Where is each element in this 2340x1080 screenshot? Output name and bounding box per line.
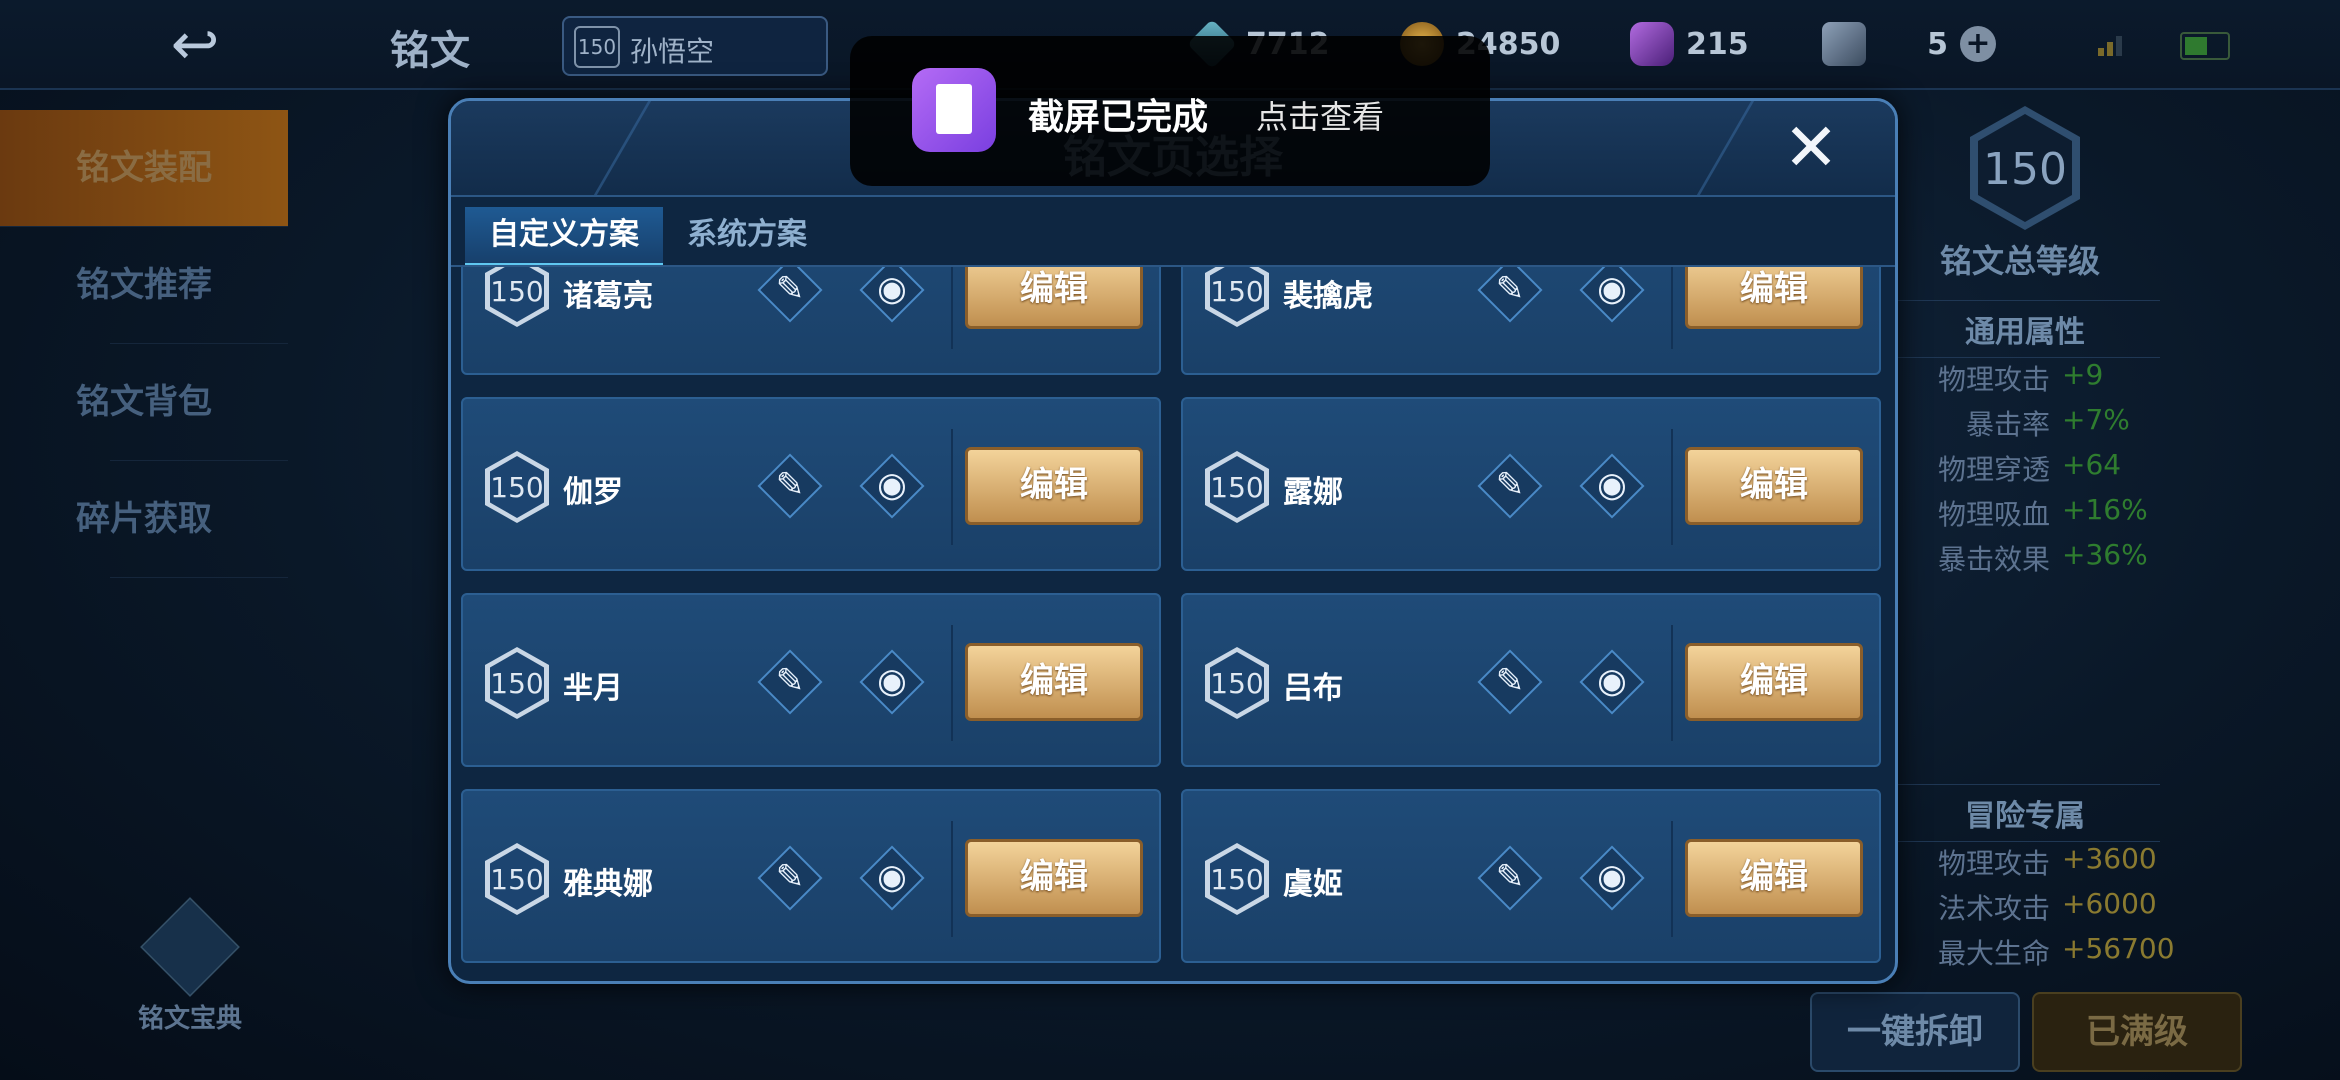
rune-page-card[interactable]: 150 伽罗 ✎ ◉ 编辑 (461, 397, 1161, 571)
edit-button[interactable]: 编辑 (965, 839, 1143, 917)
level-badge: 150 (485, 451, 549, 523)
rune-page-card[interactable]: 150 芈月 ✎ ◉ 编辑 (461, 593, 1161, 767)
hero-name: 吕布 (1283, 671, 1343, 706)
pencil-icon[interactable]: ✎ (1477, 649, 1543, 715)
edit-button[interactable]: 编辑 (965, 643, 1143, 721)
level-badge: 150 (485, 267, 549, 327)
nav-item-bag[interactable]: 铭文背包 (76, 344, 288, 461)
tab-bar: 自定义方案 系统方案 (465, 207, 831, 267)
tab-system[interactable]: 系统方案 (663, 207, 831, 263)
nav-item-fragments[interactable]: 碎片获取 (76, 461, 288, 578)
codex-button[interactable]: 铭文宝典 (130, 897, 250, 1035)
hero-name: 芈月 (563, 671, 623, 706)
screenshot-app-icon (912, 68, 996, 152)
tab-custom[interactable]: 自定义方案 (465, 207, 663, 267)
toast-message: 截屏已完成 (1028, 97, 1209, 138)
level-badge: 150 (1205, 647, 1269, 719)
hero-level-badge: 150 (574, 26, 620, 68)
level-badge: 150 (485, 843, 549, 915)
eye-icon[interactable]: ◉ (1579, 453, 1645, 519)
hero-name: 裴擒虎 (1283, 279, 1373, 314)
hero-name: 露娜 (1283, 475, 1343, 510)
eye-icon[interactable]: ◉ (859, 267, 925, 323)
pencil-icon[interactable]: ✎ (1477, 845, 1543, 911)
hero-name: 虞姬 (1283, 867, 1343, 902)
level-badge: 150 (1205, 843, 1269, 915)
total-level-value: 150 (1983, 144, 2067, 195)
pencil-icon[interactable]: ✎ (1477, 453, 1543, 519)
rune-page-card[interactable]: 150 诸葛亮 ✎ ◉ 编辑 (461, 267, 1161, 375)
add-icon[interactable]: + (1960, 26, 1996, 62)
edit-button[interactable]: 编辑 (965, 267, 1143, 329)
edit-button[interactable]: 编辑 (1685, 267, 1863, 329)
eye-icon[interactable]: ◉ (859, 649, 925, 715)
gem-icon (1630, 22, 1674, 66)
edit-button[interactable]: 编辑 (965, 447, 1143, 525)
hero-name: 雅典娜 (563, 867, 653, 902)
total-level-label: 铭文总等级 (1940, 242, 2101, 280)
back-arrow-icon[interactable]: ↩ (150, 12, 240, 76)
general-stats-title: 通用属性 (1890, 300, 2160, 358)
left-nav: 铭文装配 铭文推荐 铭文背包 碎片获取 (0, 110, 288, 578)
hero-name: 诸葛亮 (563, 279, 653, 314)
screenshot-toast[interactable]: 截屏已完成 点击查看 (850, 36, 1490, 186)
eye-icon[interactable]: ◉ (859, 453, 925, 519)
codex-label: 铭文宝典 (137, 1004, 242, 1034)
edit-button[interactable]: 编辑 (1685, 839, 1863, 917)
edit-button[interactable]: 编辑 (1685, 643, 1863, 721)
gem-count: 215 (1686, 26, 1749, 62)
card-count: 5 (1927, 26, 1948, 62)
pencil-icon[interactable]: ✎ (757, 845, 823, 911)
nav-item-equip[interactable]: 铭文装配 (0, 110, 288, 227)
total-level-badge: 150 (1970, 106, 2080, 230)
pencil-icon[interactable]: ✎ (1477, 267, 1543, 323)
rune-page-grid[interactable]: 150 诸葛亮 ✎ ◉ 编辑 150 裴擒虎 ✎ ◉ 编辑 150 伽罗 ✎ ◉… (461, 267, 1885, 973)
toast-view-link[interactable]: 点击查看 (1256, 92, 1384, 138)
rune-page-card[interactable]: 150 裴擒虎 ✎ ◉ 编辑 (1181, 267, 1881, 375)
close-icon[interactable]: ✕ (1779, 115, 1843, 181)
eye-icon[interactable]: ◉ (1579, 649, 1645, 715)
rune-page-select-dialog: 铭文页选择 ✕ 自定义方案 系统方案 150 诸葛亮 ✎ ◉ 编辑 150 裴擒… (448, 98, 1898, 984)
resource-gem: 215 (1630, 16, 1749, 72)
disassemble-all-button[interactable]: 一键拆卸 (1810, 992, 2020, 1072)
battery-icon (2180, 32, 2230, 60)
hero-name: 孙悟空 (630, 35, 715, 68)
resource-card: 5 + (1822, 16, 1996, 72)
rune-page-card[interactable]: 150 吕布 ✎ ◉ 编辑 (1181, 593, 1881, 767)
edit-button[interactable]: 编辑 (1685, 447, 1863, 525)
pencil-icon[interactable]: ✎ (757, 267, 823, 323)
hero-selector[interactable]: 150 孙悟空 (562, 16, 828, 76)
rune-page-card[interactable]: 150 露娜 ✎ ◉ 编辑 (1181, 397, 1881, 571)
rune-page-card[interactable]: 150 虞姬 ✎ ◉ 编辑 (1181, 789, 1881, 963)
pencil-icon[interactable]: ✎ (757, 649, 823, 715)
nav-item-recommend[interactable]: 铭文推荐 (76, 227, 288, 344)
signal-icon (2098, 34, 2128, 56)
level-badge: 150 (1205, 451, 1269, 523)
rune-page-card[interactable]: 150 雅典娜 ✎ ◉ 编辑 (461, 789, 1161, 963)
hero-name: 伽罗 (563, 475, 623, 510)
book-icon (140, 897, 240, 997)
adventure-stats-title: 冒险专属 (1890, 784, 2160, 842)
eye-icon[interactable]: ◉ (1579, 845, 1645, 911)
eye-icon[interactable]: ◉ (859, 845, 925, 911)
level-badge: 150 (1205, 267, 1269, 327)
page-title: 铭文 (390, 28, 470, 74)
eye-icon[interactable]: ◉ (1579, 267, 1645, 323)
card-icon (1822, 22, 1866, 66)
maxed-button[interactable]: 已满级 (2032, 992, 2242, 1072)
level-badge: 150 (485, 647, 549, 719)
pencil-icon[interactable]: ✎ (757, 453, 823, 519)
